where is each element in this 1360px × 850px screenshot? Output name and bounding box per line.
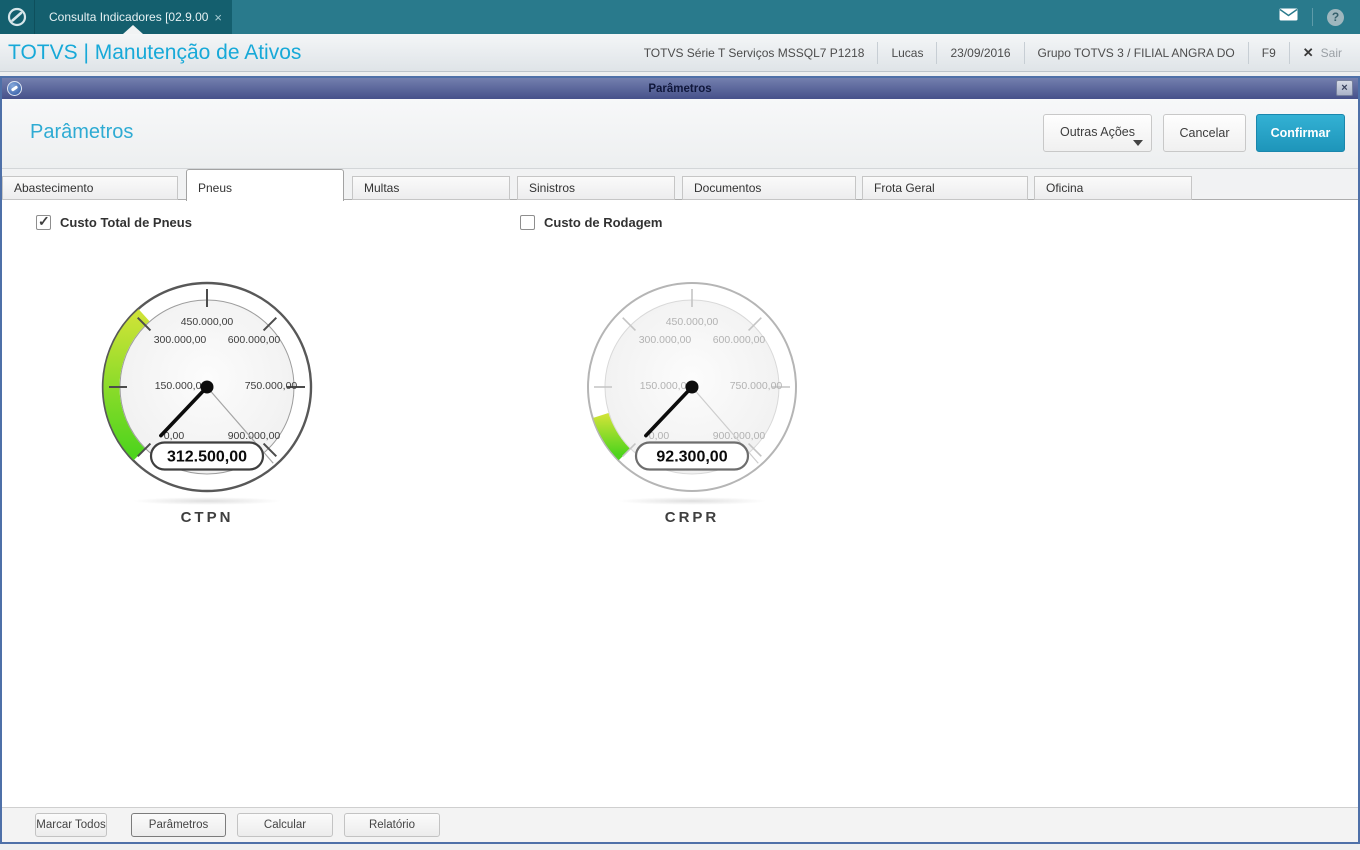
gauge-tick-label: 900.000,00 [228,430,281,442]
gauge-shadow [132,497,282,505]
gauge-dial-ctpn: 0,00150.000,00300.000,00450.000,00600.00… [101,281,313,493]
dialog-page-title: Parâmetros [30,121,134,143]
process-tab-label: Consulta Indicadores [02.9.0019] [49,10,209,24]
process-tab-close-icon[interactable]: × [214,10,222,25]
parametros-button[interactable]: Parâmetros [131,813,226,837]
tab-documentos[interactable]: Documentos [682,176,856,200]
gauge-tick-label: 900.000,00 [713,430,766,442]
footer-toolbar: Marcar Todos Parâmetros Calcular Relatório [2,807,1358,842]
gauge-title-crpr: CRPR [664,509,720,526]
tab-panel-pneus: ✓ Custo Total de Pneus Custo de Rodagem 0,0… [2,200,1358,807]
gauge-tick-label: 450.000,00 [666,316,719,328]
gauge-shadow [617,497,767,505]
tab-strip: Abastecimento Pneus Multas Sinistros Documen… [2,169,1358,201]
marcar-todos-button[interactable]: Marcar Todos [35,813,107,837]
protheus-logo-icon [7,7,27,27]
checkbox-unchecked-icon[interactable] [520,215,535,230]
cancelar-button[interactable]: Cancelar [1163,114,1246,152]
outras-acoes-label: Outras Ações [1059,125,1136,139]
tab-frota-geral[interactable]: Frota Geral [862,176,1028,200]
relatorio-button[interactable]: Relatório [344,813,440,837]
tab-pneus[interactable]: Pneus [186,169,344,201]
dialog-header: Parâmetros Outras Ações Cancelar Confirm… [2,99,1358,169]
chevron-down-icon [1133,140,1143,146]
app-header: TOTVS | Manutenção de Ativos TOTVS Série… [0,34,1360,72]
gauge-tick-label: 300.000,00 [154,334,207,346]
session-info-item: TOTVS Série T Serviços MSSQL7 P1218 [643,45,865,60]
gauge-tick-label: 150.000,00 [155,380,208,392]
gauge-value-label: 92.300,00 [656,449,727,466]
gauge-ctpn: 0,00 150.000,00 300.000,00 450.000,00 600.00… [97,277,317,537]
gauge-tick-label: 750.000,00 [730,380,783,392]
session-info-item: Grupo TOTVS 3 / FILIAL ANGRA DO [1037,45,1235,60]
top-bar: Consulta Indicadores [02.9.0019] × ? [0,0,1360,34]
dialog-titlebar: Parâmetros × [2,78,1358,99]
sair-label: Sair [1320,45,1342,60]
tab-oficina[interactable]: Oficina [1034,176,1192,200]
sair-button[interactable]: ✕ Sair [1290,45,1346,61]
page: Consulta Indicadores [02.9.0019] × ? TOT… [0,0,1360,850]
help-icon[interactable]: ? [1327,8,1344,26]
gauge-tick-label: 600.000,00 [713,334,766,346]
session-info-bar: TOTVS Série T Serviços MSSQL7 P1218 Lucas… [631,34,1360,71]
gauge-value-label: 312.500,00 [167,449,247,466]
gauge-tick-label: 750.000,00 [245,380,298,392]
calcular-button[interactable]: Calcular [237,813,333,837]
dialog-close-button[interactable]: × [1336,80,1353,96]
checkbox-custo-total-de-pneus[interactable]: ✓ Custo Total de Pneus [36,213,192,230]
gauge-tick-label: 600.000,00 [228,334,281,346]
checkbox-custo-de-rodagem[interactable]: Custo de Rodagem [520,215,662,230]
gauge-needle-hub [200,380,214,394]
gauge-dial-crpr: 0,00150.000,00300.000,00450.000,00600.00… [587,282,797,492]
checkbox-checked-icon[interactable]: ✓ [36,213,51,230]
confirmar-button[interactable]: Confirmar [1256,114,1345,152]
gauge-tick-label: 450.000,00 [181,316,234,328]
tab-sinistros[interactable]: Sinistros [517,176,675,200]
session-info-item: 23/09/2016 [950,45,1011,60]
topbar-separator [1312,8,1313,26]
session-info-item: Lucas [891,45,924,60]
outras-acoes-button[interactable]: Outras Ações [1043,114,1152,152]
app-logo[interactable] [0,0,34,34]
parametros-dialog: Parâmetros × Parâmetros Outras Ações Can… [0,76,1360,844]
gauge-title-ctpn: CTPN [180,509,234,526]
gauge-crpr: 0,00 150.000,00 300.000,00 450.000,00 600.00… [582,277,802,537]
tab-abastecimento[interactable]: Abastecimento [2,176,178,200]
exit-x-icon: ✕ [1302,44,1314,60]
gauge-tick-label: 150.000,00 [640,380,693,392]
f9-button[interactable]: F9 [1249,46,1289,60]
tab-multas[interactable]: Multas [352,176,510,200]
app-title: TOTVS | Manutenção de Ativos [8,40,302,64]
active-tab-notch [123,25,143,34]
mail-icon[interactable] [1279,8,1298,26]
checkbox-label: Custo de Rodagem [544,215,663,230]
gauge-tick-label: 300.000,00 [639,334,692,346]
checkbox-label: Custo Total de Pneus [60,215,192,230]
gauge-needle-hub [685,380,699,394]
dialog-titlebar-title: Parâmetros [648,82,712,95]
